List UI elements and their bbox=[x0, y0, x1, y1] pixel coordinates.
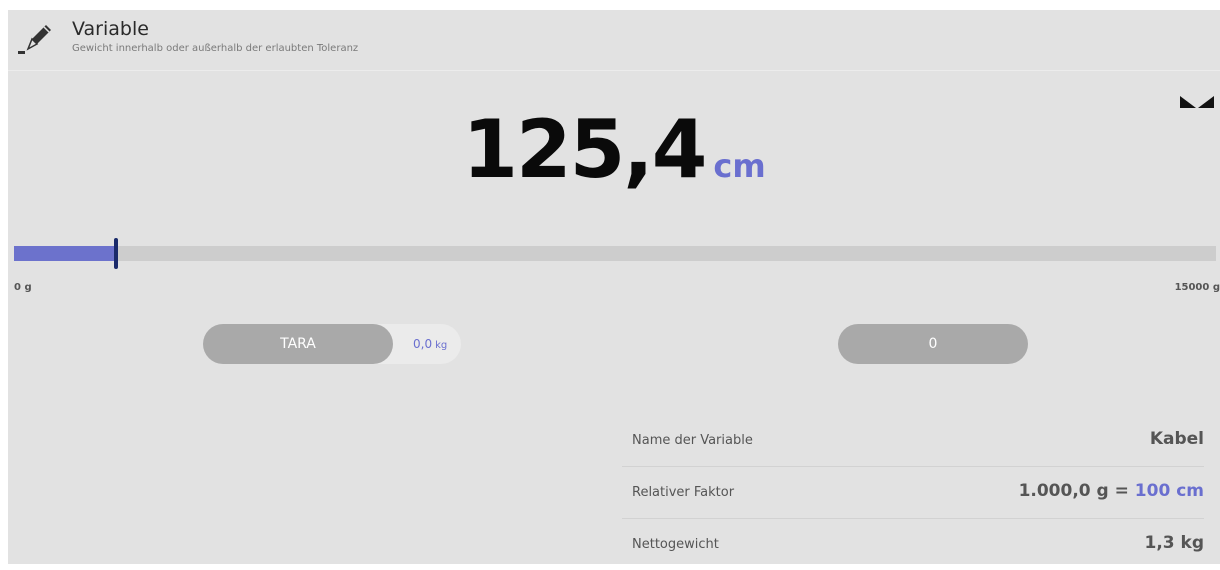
zero-button[interactable]: 0 bbox=[838, 324, 1028, 364]
main-panel: Variable Gewicht innerhalb oder außerhal… bbox=[8, 10, 1220, 564]
weight-progress-fill bbox=[14, 246, 116, 261]
info-table: Name der Variable Kabel Relativer Faktor… bbox=[622, 415, 1204, 570]
info-value: Kabel bbox=[1149, 429, 1204, 449]
factor-accent: 100 cm bbox=[1134, 481, 1204, 501]
info-row-net-weight: Nettogewicht 1,3 kg bbox=[622, 519, 1204, 570]
tara-group: 0,0 kg TARA bbox=[203, 324, 461, 364]
info-row-variable-name: Name der Variable Kabel bbox=[622, 415, 1204, 467]
info-label: Nettogewicht bbox=[632, 537, 719, 552]
tara-value: 0,0 kg bbox=[413, 337, 447, 351]
weight-unit: cm bbox=[713, 147, 766, 185]
weight-progress-bar bbox=[14, 238, 1216, 269]
info-label: Name der Variable bbox=[632, 433, 753, 448]
info-value: 1.000,0 g = 100 cm bbox=[1019, 481, 1204, 501]
page-subtitle: Gewicht innerhalb oder außerhalb der erl… bbox=[72, 43, 359, 54]
info-value: 1,3 kg bbox=[1144, 533, 1204, 553]
info-label: Relativer Faktor bbox=[632, 485, 735, 500]
info-row-relative-factor: Relativer Faktor 1.000,0 g = 100 cm bbox=[622, 467, 1204, 519]
weight-value: 125,4 bbox=[462, 103, 707, 196]
tara-button[interactable]: TARA bbox=[203, 324, 393, 364]
progress-max-label: 15000 g bbox=[1174, 282, 1220, 293]
page-title: Variable bbox=[72, 18, 149, 40]
tara-value-unit: kg bbox=[435, 340, 448, 351]
collapse-icon[interactable] bbox=[1180, 94, 1214, 108]
header: Variable Gewicht innerhalb oder außerhal… bbox=[8, 10, 1220, 71]
weight-readout: 125,4 cm bbox=[8, 110, 1220, 190]
pencil-icon bbox=[18, 25, 51, 54]
tara-value-number: 0,0 bbox=[413, 337, 433, 351]
progress-min-label: 0 g bbox=[14, 282, 32, 293]
factor-prefix: 1.000,0 g = bbox=[1018, 481, 1135, 501]
weight-progress-marker bbox=[114, 238, 118, 269]
